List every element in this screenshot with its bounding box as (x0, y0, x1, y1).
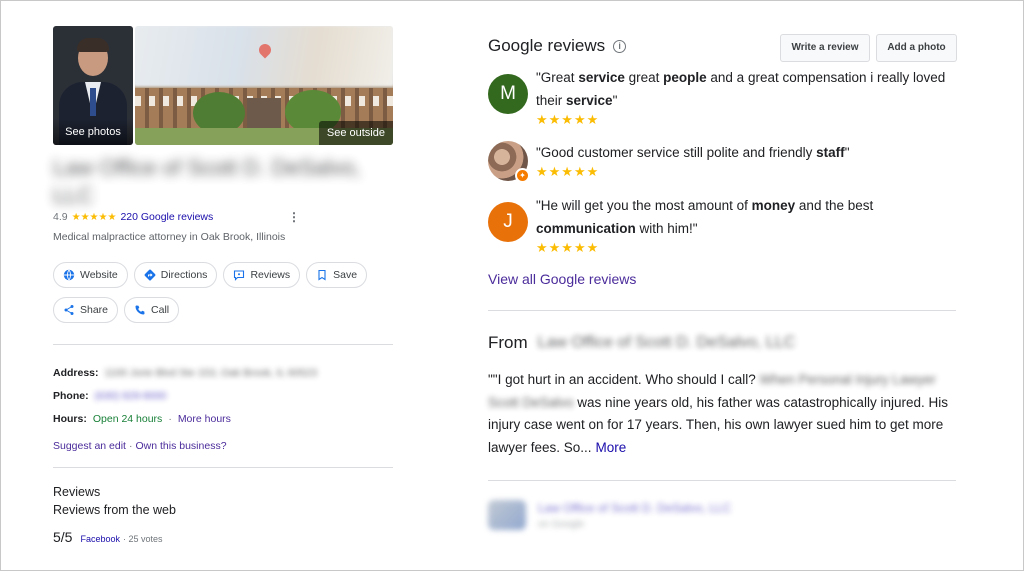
description-part-1: ""I got hurt in an accident. Who should … (488, 372, 756, 387)
hours-separator: · (168, 413, 172, 425)
directions-label: Directions (160, 269, 208, 281)
reviews-label: Reviews (250, 269, 291, 281)
save-label: Save (333, 269, 358, 281)
add-photo-button[interactable]: Add a photo (876, 34, 957, 62)
review-stars-3: ★★★★★ (536, 240, 600, 255)
vote-count: · 25 votes (123, 534, 163, 544)
directions-button[interactable]: Directions (133, 262, 218, 288)
web-review-score: 5/5 (53, 529, 73, 545)
reviews-from-web-heading: Reviews from the web (53, 503, 176, 517)
directions-icon (144, 269, 156, 281)
local-guide-badge-icon: ✦ (515, 168, 530, 183)
action-buttons-row-2: Share Call (53, 297, 180, 323)
call-label: Call (151, 304, 170, 316)
own-business-link[interactable]: Own this business? (135, 440, 226, 452)
review-text-3: "He will get you the most amount of mone… (536, 198, 874, 236)
review-stars-1: ★★★★★ (536, 112, 600, 127)
from-business-heading: From Law Office of Scott D. DeSalvo, LLC (488, 333, 795, 353)
review-snippet-1[interactable]: M "Great service great people and a grea… (488, 66, 946, 128)
see-outside-tile[interactable]: See outside (135, 26, 393, 145)
from-label: From (488, 333, 528, 352)
suggest-edit-link[interactable]: Suggest an edit (53, 440, 126, 452)
view-all-reviews-link[interactable]: View all Google reviews (488, 271, 636, 287)
phone-label: Phone: (53, 390, 89, 402)
hours-status: Open 24 hours (92, 413, 163, 425)
profile-entry-name: Law Office of Scott D. DeSalvo, LLC (538, 500, 732, 515)
share-icon (64, 305, 74, 315)
right-divider-1 (488, 310, 956, 311)
see-outside-label: See outside (318, 121, 393, 145)
rating-value: 4.9 (53, 211, 68, 223)
review-text-2: "Good customer service still polite and … (536, 145, 850, 160)
edit-links-row: Suggest an edit · Own this business? (53, 440, 227, 452)
photo-person-hair (77, 38, 109, 52)
hours-row: Hours: Open 24 hours · More hours (53, 413, 231, 425)
phone-row: Phone: (630) 929-9000 (53, 390, 166, 402)
edit-separator: · (128, 440, 133, 452)
business-description: ""I got hurt in an accident. Who should … (488, 369, 958, 459)
right-divider-2 (488, 480, 956, 481)
left-divider-2 (53, 467, 393, 468)
business-name: Law Office of Scott D. DeSalvo, LLC (53, 155, 361, 208)
share-button[interactable]: Share (53, 297, 119, 323)
reviews-button[interactable]: Reviews (223, 262, 301, 288)
call-button[interactable]: Call (124, 297, 180, 323)
see-photos-label: See photos (53, 119, 133, 145)
reviewer-avatar-photo: ✦ (488, 141, 530, 183)
business-logo (488, 500, 526, 530)
hours-label: Hours: (53, 413, 87, 425)
write-review-button[interactable]: Write a review (780, 34, 870, 62)
save-button[interactable]: Save (306, 262, 368, 288)
left-divider-1 (53, 344, 393, 345)
from-business-name: Law Office of Scott D. DeSalvo, LLC (537, 334, 796, 351)
review-stars-2: ★★★★★ (536, 164, 600, 179)
building-entrance (247, 98, 281, 128)
web-review-score-line: 5/5 Facebook · 25 votes (53, 529, 163, 545)
share-label: Share (80, 304, 109, 316)
address-value[interactable]: 1100 Jorie Blvd Ste 153, Oak Brook, IL 6… (105, 367, 317, 379)
phone-icon (135, 305, 145, 315)
photo-person-tie (90, 88, 96, 116)
website-button[interactable]: Website (53, 262, 128, 288)
profile-entry-sub: on Google (538, 518, 585, 530)
more-options-icon[interactable]: ⋮ (288, 210, 300, 224)
see-photos-tile[interactable]: See photos (53, 26, 133, 145)
rating-stars: ★★★★★ (71, 211, 117, 223)
reviewer-avatar-m: M (488, 74, 528, 114)
reviews-heading: Reviews (53, 485, 101, 499)
more-link[interactable]: More (596, 440, 627, 455)
phone-value[interactable]: (630) 929-9000 (95, 390, 167, 402)
bookmark-icon (318, 269, 326, 281)
address-label: Address: (53, 367, 99, 379)
more-hours-link[interactable]: More hours (178, 413, 231, 425)
business-category: Medical malpractice attorney in Oak Broo… (53, 231, 286, 243)
google-reviews-link[interactable]: 220 Google reviews (120, 211, 213, 223)
google-reviews-title: Google reviews i (488, 36, 627, 56)
google-reviews-title-text: Google reviews (488, 36, 606, 55)
rating-line: 4.9 ★★★★★ 220 Google reviews (53, 211, 213, 223)
action-buttons-row-1: Website Directions Reviews Save (53, 262, 368, 288)
business-profile-entry[interactable]: Law Office of Scott D. DeSalvo, LLC on G… (488, 500, 731, 530)
info-icon[interactable]: i (613, 39, 627, 53)
review-icon (234, 270, 245, 281)
review-text-1: "Great service great people and a great … (536, 70, 946, 108)
website-label: Website (80, 269, 118, 281)
reviewer-avatar-j: J (488, 202, 528, 242)
globe-icon (63, 269, 75, 281)
address-row: Address: 1100 Jorie Blvd Ste 153, Oak Br… (53, 367, 317, 379)
review-snippet-2[interactable]: ✦ "Good customer service still polite an… (488, 141, 946, 183)
review-snippet-3[interactable]: J "He will get you the most amount of mo… (488, 194, 946, 256)
photo-strip: See photos See outside (53, 26, 393, 145)
facebook-link[interactable]: Facebook (80, 534, 120, 544)
